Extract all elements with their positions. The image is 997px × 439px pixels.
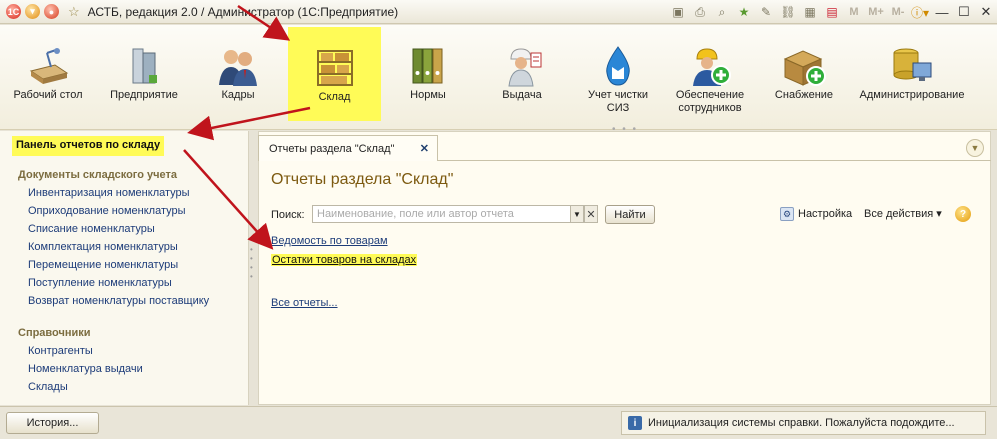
sections-panel: Рабочий стол Предприятие Кадры Склад Нор… [0,25,997,135]
nav-link[interactable]: Возврат номенклатуры поставщику [28,295,209,307]
section-procurement[interactable]: Снабжение [756,25,852,125]
maximize-button[interactable]: ☐ [953,1,975,23]
tab-warehouse-reports[interactable]: Отчеты раздела "Склад" ✕ [258,135,438,161]
info-menu-icon[interactable]: ⓘ▾ [911,3,929,21]
water-drop-icon [606,46,630,86]
calculator-icon[interactable]: ▦ [801,3,819,21]
desk-icon [29,48,69,84]
section-label: Кадры [221,89,255,101]
all-actions-menu[interactable]: Все действия ▾ [864,207,942,220]
nav-link[interactable]: Номенклатура выдачи [28,363,143,375]
group-title-directories: Справочники [18,327,91,339]
1c-logo-icon[interactable]: 1С [6,4,21,19]
star-icon[interactable]: ☆ [68,4,80,20]
nav-link[interactable]: Поступление номенклатуры [28,277,172,289]
memory-m-button[interactable]: M [845,6,863,18]
search-clear-icon[interactable]: ✕ [584,205,598,223]
building-icon [132,48,157,84]
collapse-chevron-icon[interactable]: ▼ [966,139,984,157]
database-monitor-icon [893,48,932,81]
nav-link[interactable]: Инвентаризация номенклатуры [28,187,190,199]
memory-minus-button[interactable]: M- [889,6,907,18]
save-icon[interactable]: ▣ [669,3,687,21]
binders-icon [412,48,443,84]
tab-label: Отчеты раздела "Склад" [269,142,395,155]
calendar-icon[interactable]: ▤ [823,3,841,21]
people-icon [219,50,257,86]
worker-add-icon [693,48,731,86]
section-norms[interactable]: Нормы [380,25,476,125]
section-desktop[interactable]: Рабочий стол [0,25,96,125]
nav-link[interactable]: Оприходование номенклатуры [28,205,186,217]
search-dropdown-icon[interactable]: ▼ [570,205,584,223]
section-issue[interactable]: Выдача [474,25,570,125]
section-label: Обеспечение сотрудников [675,89,745,114]
report-link-stock-balances[interactable]: Остатки товаров на складах [271,254,418,266]
settings-label: Настройка [798,208,853,220]
stop-icon[interactable]: ● [44,4,59,19]
left-navigation-panel: Панель отчетов по складу Документы склад… [0,131,249,405]
warehouse-shelf-icon [316,50,353,86]
section-employee-supply[interactable]: Обеспечение сотрудников [662,25,758,125]
status-bar: История... i Инициализация системы справ… [0,406,997,439]
settings-button[interactable]: ⚙ Настройка [780,207,852,221]
group-title-documents: Документы складского учета [18,169,177,181]
section-label: Администрирование [859,89,965,101]
close-button[interactable]: ✕ [975,1,997,23]
nav-link[interactable]: Списание номенклатуры [28,223,155,235]
preview-icon[interactable]: ⌕ [713,3,731,21]
section-label: Нормы [410,89,446,101]
section-enterprise[interactable]: Предприятие [96,25,192,125]
title-bar: 1С ▾ ● ☆ АСТБ, редакция 2.0 / Администра… [0,0,997,24]
window-title: АСТБ, редакция 2.0 / Администратор (1С:П… [87,4,399,19]
status-message: i Инициализация системы справки. Пожалуй… [621,411,986,435]
history-button[interactable]: История... [6,412,99,434]
panel-header: Панель отчетов по складу [12,136,165,156]
section-ppe-cleaning[interactable]: Учет чистки СИЗ [570,25,666,125]
search-label: Поиск: [271,209,305,221]
all-reports-link[interactable]: Все отчеты... [271,297,338,309]
section-label: Склад [318,91,351,103]
menu-down-icon[interactable]: ▾ [25,4,40,19]
memory-plus-button[interactable]: M+ [867,6,885,18]
nav-link[interactable]: Контрагенты [28,345,93,357]
status-text: Инициализация системы справки. Пожалуйст… [648,417,955,429]
info-icon: i [628,416,642,430]
link-icon[interactable]: ⛓ [779,3,797,21]
search-input[interactable] [312,205,571,223]
section-label: Учет чистки СИЗ [588,89,648,114]
report-link-goods-statement[interactable]: Ведомость по товарам [271,235,388,247]
section-warehouse[interactable]: Склад [288,27,381,121]
worker-icon [508,48,542,87]
section-label: Выдача [502,89,542,101]
settings-icon: ⚙ [780,207,794,221]
favorites-icon[interactable]: ★ [735,3,753,21]
splitter-handle[interactable]: • • • • [250,245,256,285]
minimize-button[interactable]: — [931,1,953,23]
all-actions-label: Все действия [864,208,934,220]
box-add-icon [783,50,826,86]
print-icon[interactable]: ⎙ [691,3,709,21]
nav-link[interactable]: Комплектация номенклатуры [28,241,178,253]
nav-link[interactable]: Перемещение номенклатуры [28,259,178,271]
section-label: Снабжение [774,89,834,101]
close-tab-icon[interactable]: ✕ [420,142,429,155]
section-administration[interactable]: Администрирование [852,25,972,125]
section-label: Предприятие [110,89,178,101]
find-button[interactable]: Найти [605,205,655,224]
section-personnel[interactable]: Кадры [190,25,286,125]
page-title: Отчеты раздела "Склад" [271,171,454,188]
bookmark-icon[interactable]: ✎ [757,3,775,21]
nav-link[interactable]: Склады [28,381,68,393]
section-label: Рабочий стол [13,89,83,101]
help-icon[interactable]: ? [955,206,971,222]
